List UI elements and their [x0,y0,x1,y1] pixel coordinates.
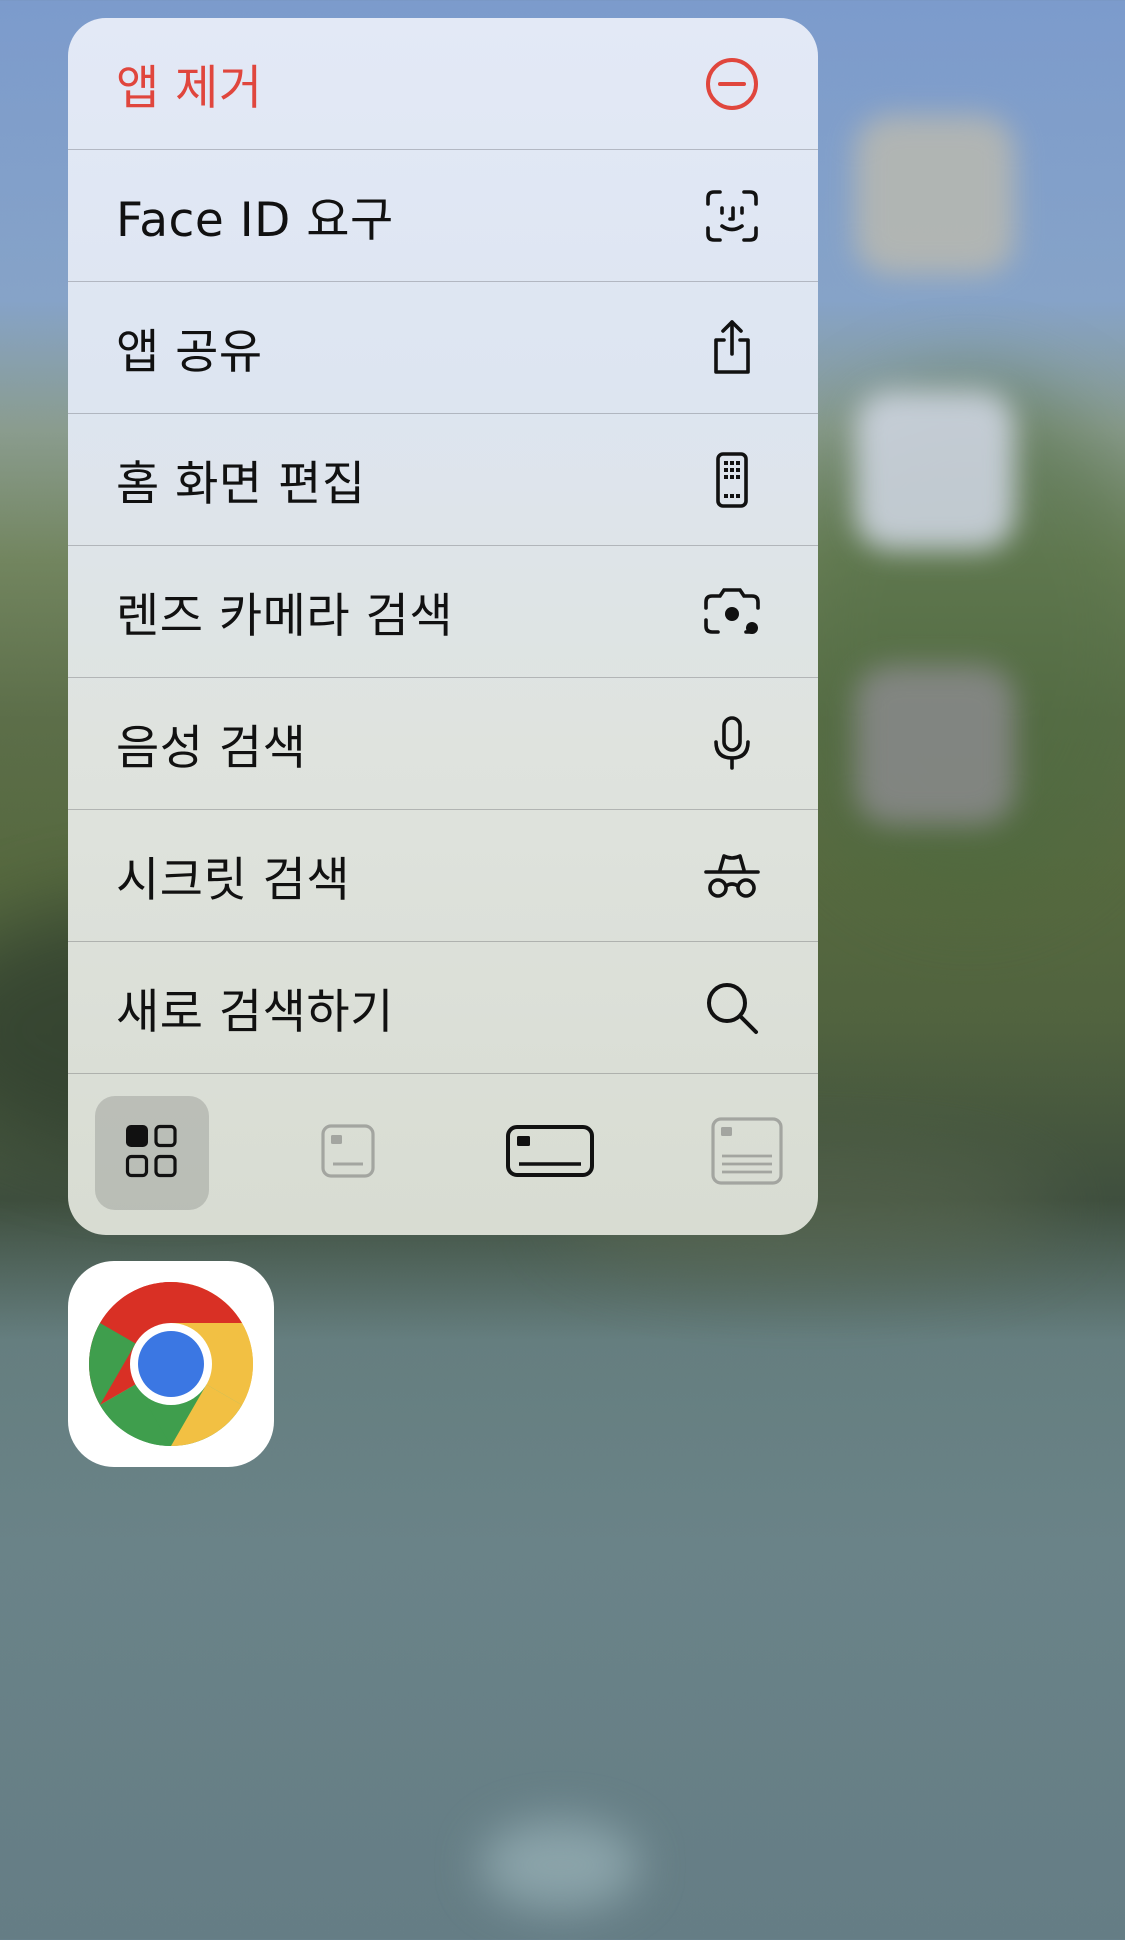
blurred-app-icon [855,115,1015,275]
chrome-app-icon[interactable] [68,1261,274,1467]
blurred-app-icon [855,390,1015,550]
menu-item-label: Face ID 요구 [116,193,394,248]
menu-item-remove-app[interactable]: 앱 제거 [68,18,818,150]
menu-item-share-app[interactable]: 앱 공유 [68,282,818,414]
context-menu: 앱 제거 Face ID 요구 앱 공유 홈 화면 편집 렌즈 카메라 검색 음… [68,18,818,1235]
menu-item-label: 앱 공유 [116,325,263,380]
small-widget-size-icon [320,1123,376,1183]
menu-item-edit-home-screen[interactable]: 홈 화면 편집 [68,414,818,546]
large-widget-size-icon [710,1116,784,1190]
blurred-app-icon [855,665,1015,825]
icon-only-size-icon [124,1123,180,1183]
menu-item-voice-search[interactable]: 음성 검색 [68,678,818,810]
search-icon [702,978,762,1038]
size-option-small-widget[interactable] [291,1096,405,1210]
menu-item-lens-camera-search[interactable]: 렌즈 카메라 검색 [68,546,818,678]
menu-item-incognito-search[interactable]: 시크릿 검색 [68,810,818,942]
size-option-large-widget[interactable] [687,1096,807,1210]
size-option-medium-widget[interactable] [480,1096,620,1210]
menu-item-label: 음성 검색 [116,721,307,776]
size-option-icon-only[interactable] [95,1096,209,1210]
medium-widget-size-icon [505,1123,595,1183]
menu-item-label: 홈 화면 편집 [116,457,366,512]
lens-camera-icon [702,582,762,642]
menu-item-label: 앱 제거 [116,61,263,116]
phone-apps-icon [702,450,762,510]
face-id-icon [702,186,762,246]
menu-item-new-search[interactable]: 새로 검색하기 [68,942,818,1074]
share-icon [702,318,762,378]
widget-size-selector [68,1072,818,1235]
menu-item-require-face-id[interactable]: Face ID 요구 [68,150,818,282]
menu-item-label: 새로 검색하기 [116,985,394,1040]
home-indicator [480,1820,640,1910]
menu-item-label: 렌즈 카메라 검색 [116,589,454,644]
chrome-logo [89,1282,253,1446]
minus-circle-icon [702,54,762,114]
menu-item-label: 시크릿 검색 [116,853,351,908]
incognito-icon [702,846,762,906]
microphone-icon [702,714,762,774]
